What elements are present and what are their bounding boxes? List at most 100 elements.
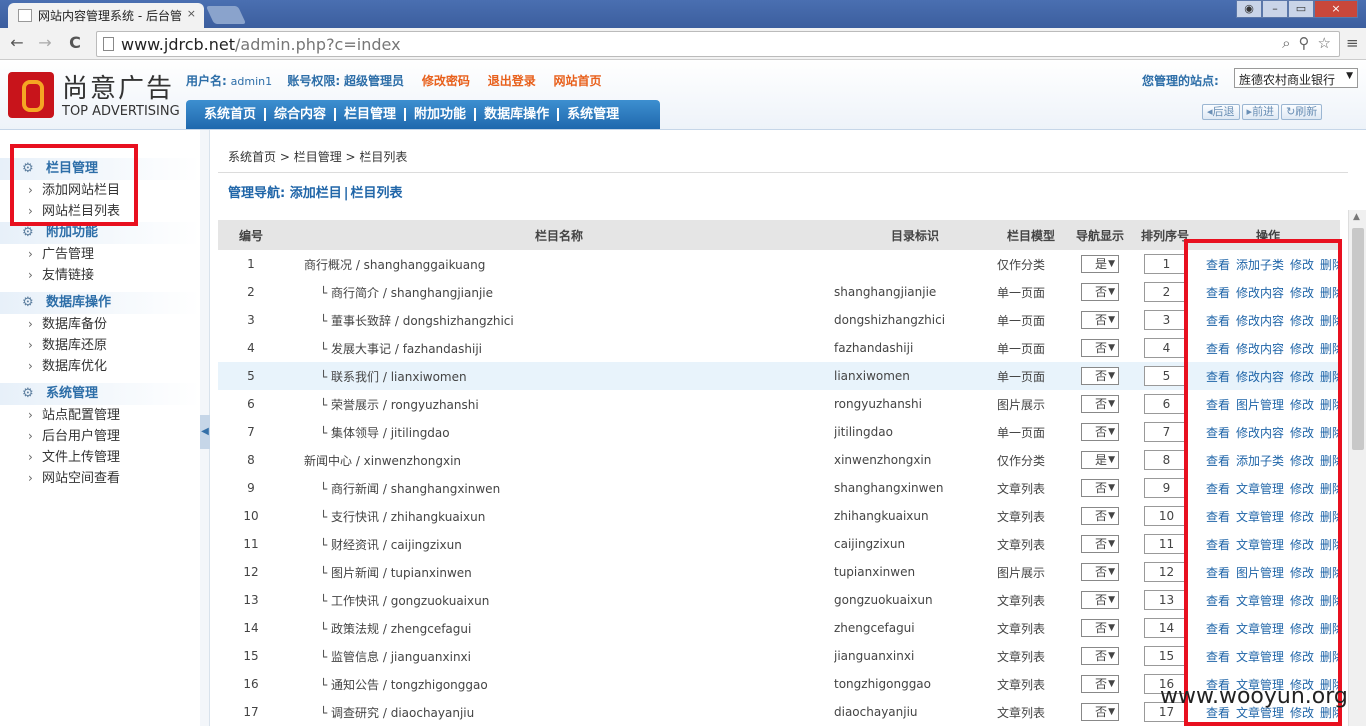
sidebar-item-space[interactable]: 网站空间查看 [0, 468, 200, 489]
change-password-link[interactable]: 修改密码 [422, 74, 470, 88]
edit-link[interactable]: 修改 [1290, 454, 1314, 468]
row-action-link[interactable]: 文章管理 [1236, 594, 1284, 608]
order-input[interactable]: 3 [1144, 310, 1186, 330]
nav-display-select[interactable]: 否 ▼ [1081, 311, 1119, 329]
nav-display-select[interactable]: 否 ▼ [1081, 507, 1119, 525]
delete-link[interactable]: 删除 [1320, 454, 1340, 468]
order-input[interactable]: 11 [1144, 534, 1186, 554]
new-tab-button[interactable] [205, 6, 247, 24]
site-select[interactable]: 旌德农村商业银行 ▼ [1234, 68, 1358, 88]
row-action-link[interactable]: 修改内容 [1236, 286, 1284, 300]
row-action-link[interactable]: 修改内容 [1236, 426, 1284, 440]
delete-link[interactable]: 删除 [1320, 622, 1340, 636]
delete-link[interactable]: 删除 [1320, 566, 1340, 580]
window-maximize-button[interactable]: ▭ [1288, 0, 1314, 18]
edit-link[interactable]: 修改 [1290, 510, 1314, 524]
menu-item-columns[interactable]: 栏目管理 [336, 108, 407, 121]
delete-link[interactable]: 删除 [1320, 398, 1340, 412]
view-link[interactable]: 查看 [1206, 454, 1230, 468]
order-input[interactable]: 6 [1144, 394, 1186, 414]
delete-link[interactable]: 删除 [1320, 650, 1340, 664]
view-link[interactable]: 查看 [1206, 622, 1230, 636]
row-action-link[interactable]: 文章管理 [1236, 510, 1284, 524]
delete-link[interactable]: 删除 [1320, 314, 1340, 328]
nav-display-select[interactable]: 否 ▼ [1081, 395, 1119, 413]
browser-tab[interactable]: 网站内容管理系统 - 后台管 × [8, 3, 204, 28]
sidebar-item-db-restore[interactable]: 数据库还原 [0, 335, 200, 356]
row-action-link[interactable]: 文章管理 [1236, 482, 1284, 496]
row-action-link[interactable]: 添加子类 [1236, 258, 1284, 272]
sidebar-item-column-list[interactable]: 网站栏目列表 [0, 201, 200, 222]
delete-link[interactable]: 删除 [1320, 258, 1340, 272]
row-action-link[interactable]: 图片管理 [1236, 566, 1284, 580]
view-link[interactable]: 查看 [1206, 482, 1230, 496]
row-action-link[interactable]: 修改内容 [1236, 342, 1284, 356]
view-link[interactable]: 查看 [1206, 566, 1230, 580]
delete-link[interactable]: 删除 [1320, 482, 1340, 496]
sidebar-item-site-config[interactable]: 站点配置管理 [0, 405, 200, 426]
sidebar-group-database[interactable]: ⚙ 数据库操作 [0, 292, 200, 314]
view-link[interactable]: 查看 [1206, 314, 1230, 328]
row-action-link[interactable]: 修改内容 [1236, 314, 1284, 328]
view-link[interactable]: 查看 [1206, 258, 1230, 272]
sidebar-group-system[interactable]: ⚙ 系统管理 [0, 383, 200, 405]
view-link[interactable]: 查看 [1206, 650, 1230, 664]
tab-close-icon[interactable]: × [187, 7, 196, 20]
sidebar-item-admin-users[interactable]: 后台用户管理 [0, 426, 200, 447]
view-link[interactable]: 查看 [1206, 398, 1230, 412]
row-action-link[interactable]: 添加子类 [1236, 454, 1284, 468]
order-input[interactable]: 9 [1144, 478, 1186, 498]
row-action-link[interactable]: 文章管理 [1236, 650, 1284, 664]
sidebar-item-file-upload[interactable]: 文件上传管理 [0, 447, 200, 468]
menu-item-home[interactable]: 系统首页 [196, 108, 267, 121]
delete-link[interactable]: 删除 [1320, 286, 1340, 300]
order-input[interactable]: 12 [1144, 562, 1186, 582]
extension-icon[interactable]: ⚲ [1299, 34, 1310, 52]
nav-display-select[interactable]: 否 ▼ [1081, 339, 1119, 357]
nav-display-select[interactable]: 否 ▼ [1081, 563, 1119, 581]
edit-link[interactable]: 修改 [1290, 314, 1314, 328]
back-arrow-icon[interactable]: ← [6, 32, 28, 54]
view-link[interactable]: 查看 [1206, 370, 1230, 384]
view-link[interactable]: 查看 [1206, 426, 1230, 440]
delete-link[interactable]: 删除 [1320, 594, 1340, 608]
menu-item-system[interactable]: 系统管理 [559, 108, 627, 121]
order-input[interactable]: 8 [1144, 450, 1186, 470]
nav-display-select[interactable]: 否 ▼ [1081, 535, 1119, 553]
nav-display-select[interactable]: 是 ▼ [1081, 451, 1119, 469]
nav-display-select[interactable]: 否 ▼ [1081, 423, 1119, 441]
menu-item-database[interactable]: 数据库操作 [476, 108, 560, 121]
order-input[interactable]: 15 [1144, 646, 1186, 666]
edit-link[interactable]: 修改 [1290, 622, 1314, 636]
edit-link[interactable]: 修改 [1290, 286, 1314, 300]
edit-link[interactable]: 修改 [1290, 566, 1314, 580]
view-link[interactable]: 查看 [1206, 342, 1230, 356]
nav-display-select[interactable]: 否 ▼ [1081, 479, 1119, 497]
edit-link[interactable]: 修改 [1290, 370, 1314, 384]
row-action-link[interactable]: 文章管理 [1236, 538, 1284, 552]
view-link[interactable]: 查看 [1206, 510, 1230, 524]
breadcrumb-columns[interactable]: 栏目管理 [294, 150, 342, 164]
scrollbar-thumb[interactable] [1352, 228, 1364, 450]
nav-display-select[interactable]: 否 ▼ [1081, 619, 1119, 637]
edit-link[interactable]: 修改 [1290, 342, 1314, 356]
view-link[interactable]: 查看 [1206, 538, 1230, 552]
order-input[interactable]: 7 [1144, 422, 1186, 442]
nav-display-select[interactable]: 是 ▼ [1081, 255, 1119, 273]
nav-display-select[interactable]: 否 ▼ [1081, 367, 1119, 385]
delete-link[interactable]: 删除 [1320, 538, 1340, 552]
site-home-link[interactable]: 网站首页 [554, 74, 602, 88]
window-minimize-button[interactable]: – [1262, 0, 1288, 18]
edit-link[interactable]: 修改 [1290, 482, 1314, 496]
address-bar[interactable]: www.jdrcb.net/admin.php?c=index ⌕ ⚲ ☆ [96, 31, 1340, 57]
zoom-icon[interactable]: ⌕ [1282, 34, 1290, 52]
nav-display-select[interactable]: 否 ▼ [1081, 647, 1119, 665]
row-action-link[interactable]: 图片管理 [1236, 398, 1284, 412]
nav-display-select[interactable]: 否 ▼ [1081, 283, 1119, 301]
menu-item-content[interactable]: 综合内容 [266, 108, 337, 121]
sidebar-item-links[interactable]: 友情链接 [0, 265, 200, 286]
sidebar-item-add-column[interactable]: 添加网站栏目 [0, 180, 200, 201]
scroll-up-icon[interactable]: ▲ [1353, 212, 1360, 222]
order-input[interactable]: 1 [1144, 254, 1186, 274]
nav-display-select[interactable]: 否 ▼ [1081, 703, 1119, 721]
